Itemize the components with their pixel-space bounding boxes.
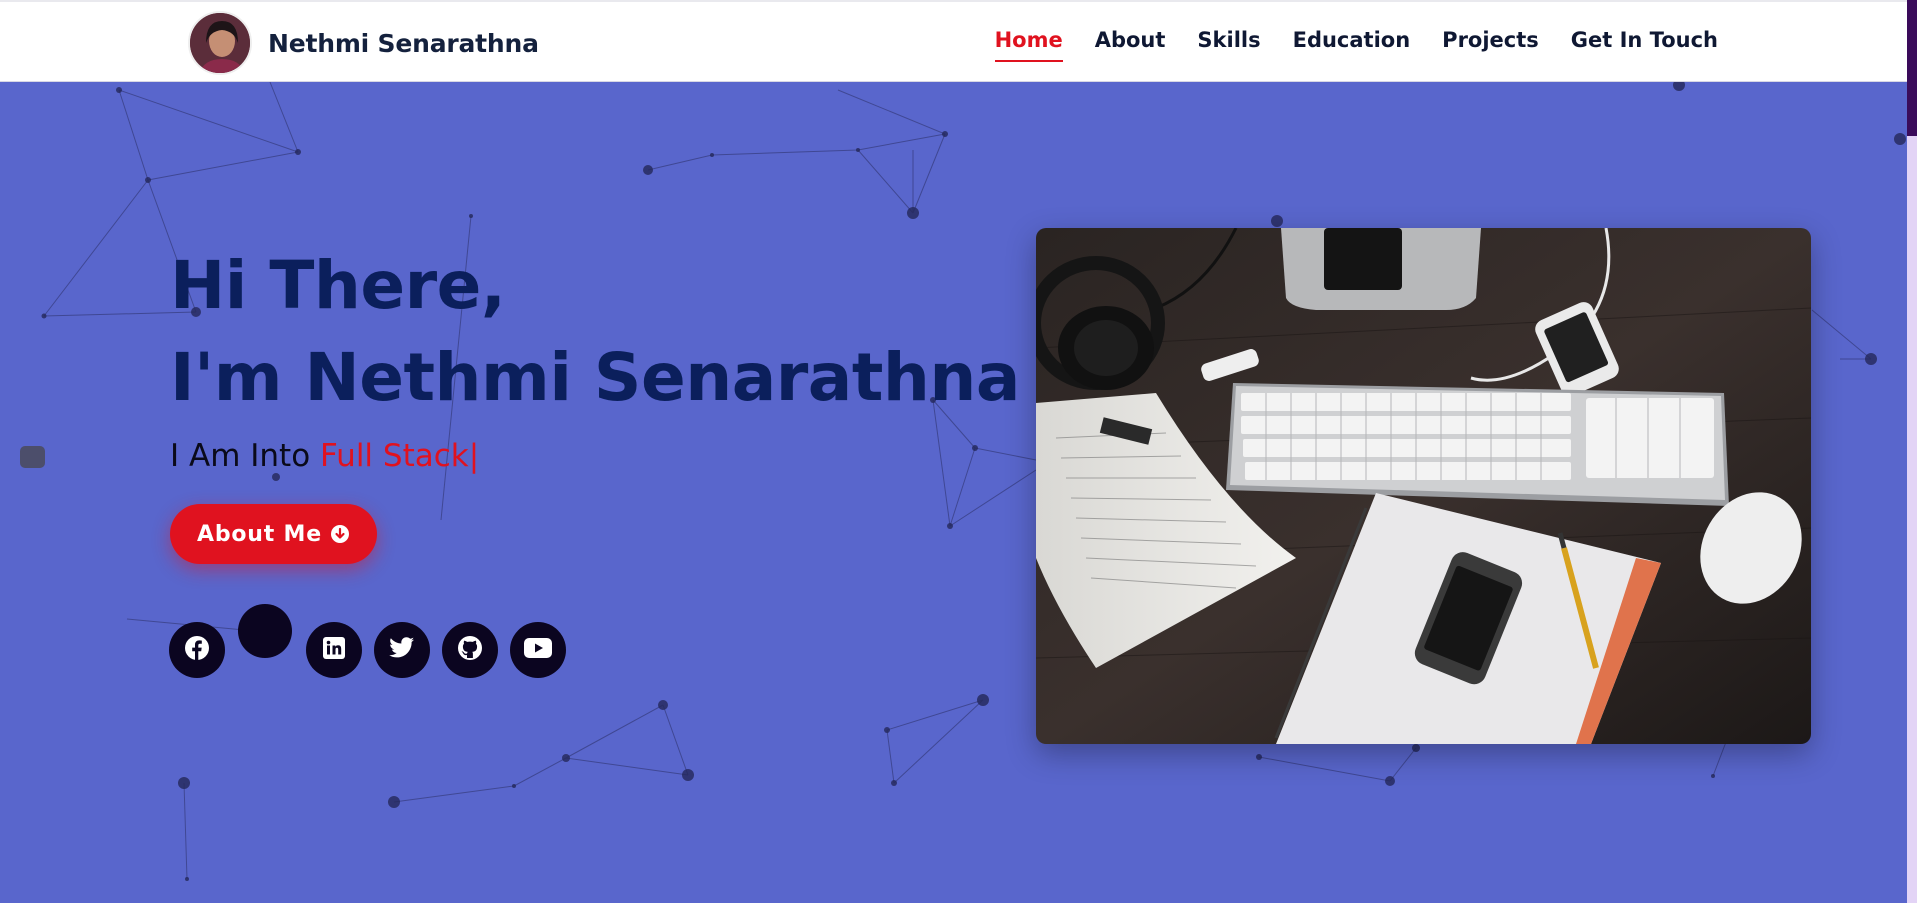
avatar: [188, 11, 252, 75]
arrow-down-circle-icon: [330, 524, 350, 544]
about-me-label: About Me: [197, 521, 322, 547]
about-me-button[interactable]: About Me: [170, 504, 377, 564]
custom-cursor: [238, 604, 292, 658]
youtube-icon: [524, 638, 552, 662]
nav-projects[interactable]: Projects: [1442, 28, 1539, 62]
github-link[interactable]: [442, 622, 498, 678]
typed-text: I Am Into Full Stack|: [170, 438, 1020, 474]
scrollbar-thumb[interactable]: [1907, 0, 1917, 136]
facebook-icon: [184, 635, 210, 665]
typed-value: Full Stack|: [320, 438, 480, 474]
twitter-link[interactable]: [374, 622, 430, 678]
top-navbar: Nethmi Senarathna Home About Skills Educ…: [0, 0, 1908, 82]
youtube-link[interactable]: [510, 622, 566, 678]
brand-name: Nethmi Senarathna: [268, 28, 539, 58]
linkedin-icon: [322, 636, 346, 664]
typed-prefix: I Am Into: [170, 438, 321, 474]
facebook-link[interactable]: [169, 622, 225, 678]
github-icon: [457, 635, 483, 665]
camera-icon[interactable]: [20, 446, 45, 468]
hero-greeting: Hi There,: [170, 247, 506, 324]
brand[interactable]: Nethmi Senarathna: [188, 11, 539, 75]
hero-intro: Hi There, I'm Nethmi Senarathna I Am Int…: [170, 240, 1020, 474]
nav-education[interactable]: Education: [1293, 28, 1411, 62]
nav-home[interactable]: Home: [994, 28, 1063, 62]
hero-desk-image: [1036, 228, 1811, 744]
twitter-icon: [389, 637, 415, 663]
page-scrollbar[interactable]: [1907, 0, 1917, 903]
nav-get-in-touch[interactable]: Get In Touch: [1571, 28, 1718, 62]
nav-skills[interactable]: Skills: [1197, 28, 1260, 62]
nav-about[interactable]: About: [1095, 28, 1166, 62]
hero-name: I'm Nethmi Senarathna: [170, 339, 1020, 416]
linkedin-link[interactable]: [306, 622, 362, 678]
main-nav: Home About Skills Education Projects Get…: [963, 28, 1718, 62]
